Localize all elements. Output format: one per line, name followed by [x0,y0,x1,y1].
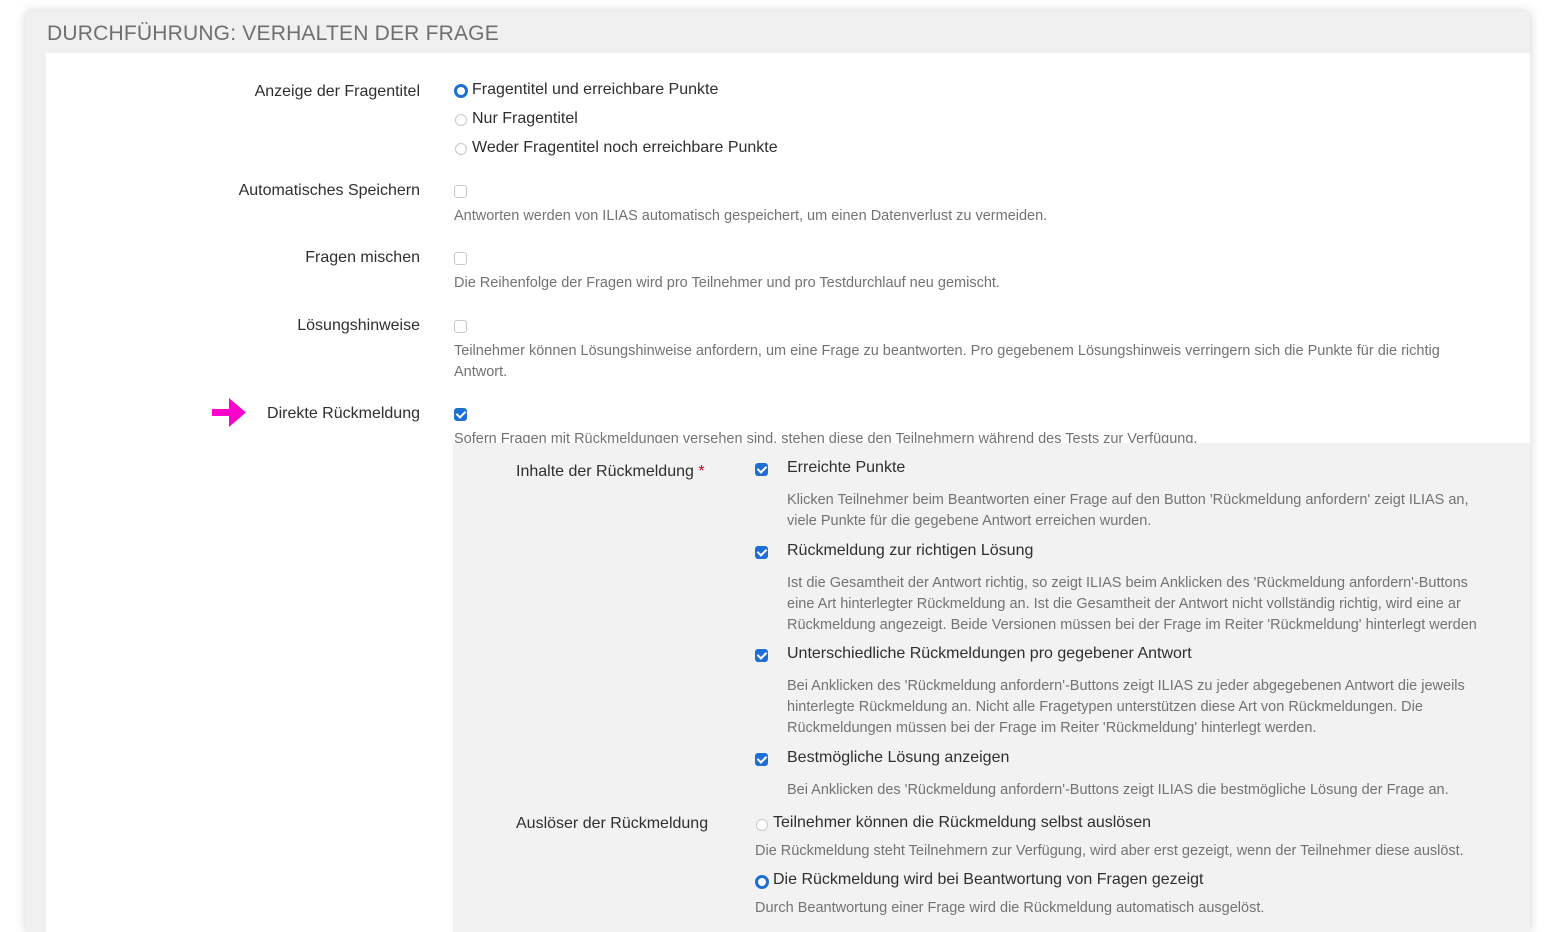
shuffle-checkbox[interactable] [454,252,467,265]
unterschiedliche-rueckmeldungen-help-3: Rückmeldungen müssen bei der Frage im Re… [787,720,1317,736]
fragentitel-option-2-label[interactable]: Nur Fragentitel [472,110,578,128]
bestmoegliche-loesung-label[interactable]: Bestmögliche Lösung anzeigen [787,749,1009,767]
erreichte-punkte-checkbox[interactable] [755,463,768,476]
unterschiedliche-rueckmeldungen-label[interactable]: Unterschiedliche Rückmeldungen pro gegeb… [787,645,1192,663]
trigger-option-2-help: Durch Beantwortung einer Frage wird die … [755,900,1265,916]
fragentitel-option-3-radio[interactable] [455,143,467,155]
contents-label: Inhalte der Rückmeldung * [516,463,705,481]
shuffle-label: Fragen mischen [305,249,420,266]
trigger-option-1-help: Die Rückmeldung steht Teilnehmern zur Ve… [755,843,1464,859]
autosave-help: Antworten werden von ILIAS automatisch g… [454,208,1048,224]
form-panel: Anzeige der Fragentitel Fragentitel und … [46,53,1530,932]
trigger-option-2-label[interactable]: Die Rückmeldung wird bei Beantwortung vo… [773,871,1203,889]
fragentitel-label: Anzeige der Fragentitel [254,83,420,100]
trigger-option-1-radio[interactable] [756,819,768,831]
bestmoegliche-loesung-checkbox[interactable] [755,753,768,766]
erreichte-punkte-help-1: Klicken Teilnehmer beim Beantworten eine… [787,492,1469,508]
feedback-checkbox[interactable] [454,408,467,421]
settings-card: DURCHFÜHRUNG: VERHALTEN DER FRAGE Anzeig… [26,12,1530,932]
trigger-option-1-label[interactable]: Teilnehmer können die Rückmeldung selbst… [773,814,1151,832]
richtige-loesung-label[interactable]: Rückmeldung zur richtigen Lösung [787,542,1033,560]
contents-label-text: Inhalte der Rückmeldung [516,463,694,480]
unterschiedliche-rueckmeldungen-checkbox[interactable] [755,649,768,662]
bestmoegliche-loesung-help: Bei Anklicken des 'Rückmeldung anfordern… [787,782,1449,798]
required-marker: * [698,463,705,480]
richtige-loesung-help-3: Rückmeldung angezeigt. Beide Versionen m… [787,617,1477,633]
hints-checkbox[interactable] [454,320,467,333]
trigger-option-2-radio[interactable] [755,875,769,889]
feedback-subpanel: Inhalte der Rückmeldung * Erreichte Punk… [453,443,1530,932]
autosave-label: Automatisches Speichern [238,182,420,199]
richtige-loesung-help-1: Ist die Gesamtheit der Antwort richtig, … [787,575,1468,591]
fragentitel-option-1-label[interactable]: Fragentitel und erreichbare Punkte [472,81,718,99]
autosave-checkbox[interactable] [454,185,467,198]
unterschiedliche-rueckmeldungen-help-2: hinterlegte Rückmeldung an. Nicht alle F… [787,699,1423,715]
richtige-loesung-checkbox[interactable] [755,546,768,559]
erreichte-punkte-label[interactable]: Erreichte Punkte [787,459,905,477]
feedback-label: Direkte Rückmeldung [267,405,420,422]
fragentitel-option-1-radio[interactable] [454,84,468,98]
fragentitel-option-3-label[interactable]: Weder Fragentitel noch erreichbare Punkt… [472,139,778,157]
erreichte-punkte-help-2: viele Punkte für die gegebene Antwort er… [787,513,1152,529]
hints-label: Lösungshinweise [297,317,420,334]
hints-help-line-2: Antwort. [454,364,508,380]
richtige-loesung-help-2: eine Art hinterlegter Rückmeldung an. Is… [787,596,1461,612]
fragentitel-option-2-radio[interactable] [455,114,467,126]
section-title: DURCHFÜHRUNG: VERHALTEN DER FRAGE [47,22,499,45]
shuffle-help: Die Reihenfolge der Fragen wird pro Teil… [454,275,1000,291]
right-arrow-icon [212,398,246,427]
hints-help-line-1: Teilnehmer können Lösungshinweise anford… [454,343,1440,359]
unterschiedliche-rueckmeldungen-help-1: Bei Anklicken des 'Rückmeldung anfordern… [787,678,1465,694]
trigger-label: Auslöser der Rückmeldung [516,815,709,832]
